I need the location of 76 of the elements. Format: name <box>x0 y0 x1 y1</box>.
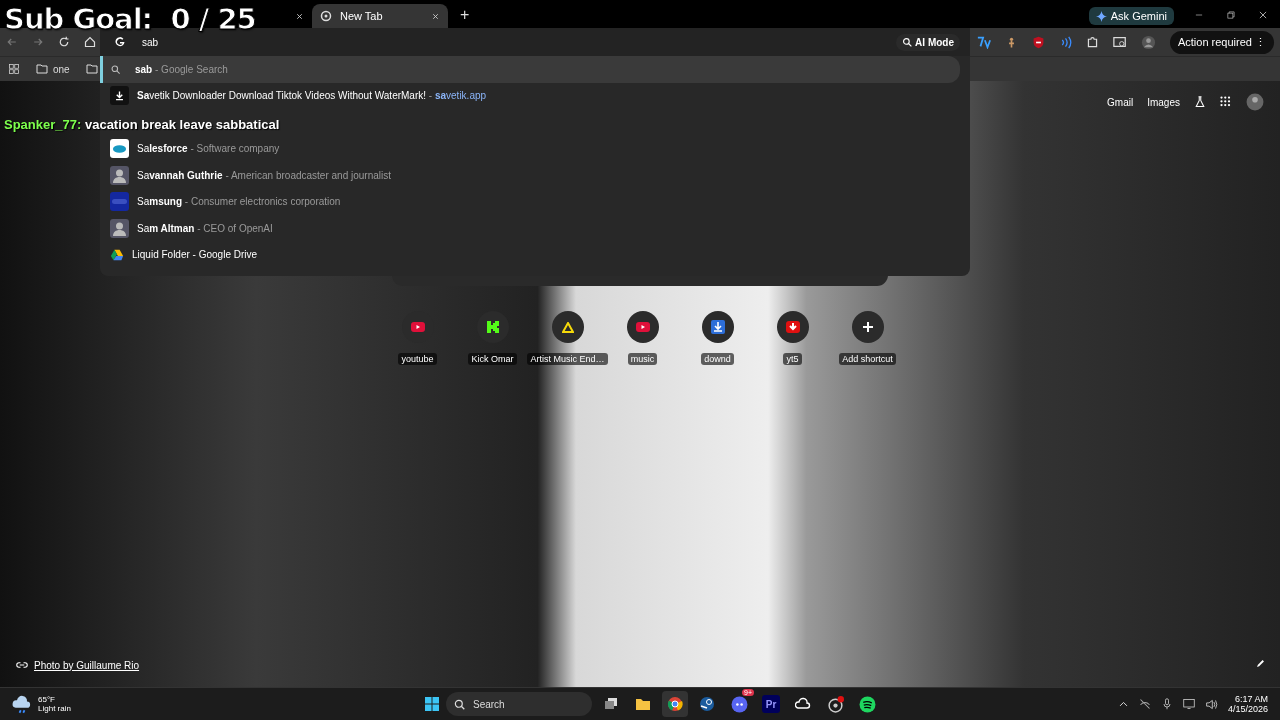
chat-username: Spanker_77: <box>4 117 82 132</box>
taskbar-app[interactable] <box>662 691 688 717</box>
apps-grid-icon <box>8 63 20 75</box>
clock-date: 4/15/2026 <box>1227 704 1268 714</box>
shortcut-tile[interactable]: Kick Omar <box>455 311 530 365</box>
chrome-icon <box>667 696 683 712</box>
google-g-icon <box>114 36 126 48</box>
ai-mode-button[interactable]: AI Mode <box>896 33 960 51</box>
folder-icon <box>635 696 651 712</box>
close-icon <box>431 11 440 21</box>
speaker-icon <box>1204 697 1218 711</box>
network-off-icon <box>1138 698 1151 710</box>
cloud-icon <box>795 696 811 712</box>
reload-icon <box>58 36 70 48</box>
search-suggestion[interactable]: sab - Google Search <box>100 56 960 83</box>
extensions-icon <box>1085 35 1099 49</box>
shortcut-tile[interactable]: youtube <box>380 311 455 365</box>
shortcut-tile[interactable]: Artist Music End… <box>530 311 605 365</box>
search-icon <box>110 63 121 75</box>
tab-search-icon <box>1112 35 1127 49</box>
file-suggestion[interactable]: Liquid Folder - Google Drive <box>100 241 970 268</box>
clock-time: 6:17 AM <box>1234 694 1268 704</box>
pencil-icon <box>1255 658 1266 669</box>
header-link[interactable]: Images <box>1147 96 1180 108</box>
brand-logo-icon <box>110 192 129 212</box>
chat-message: vacation break leave sabbatical <box>84 117 280 132</box>
avatar-icon <box>1140 34 1156 50</box>
ask-gemini-button[interactable]: Ask Gemini <box>1088 7 1174 25</box>
bookmark-folder[interactable]: one <box>30 62 76 76</box>
drive-icon <box>110 247 124 262</box>
close-icon <box>1258 10 1268 20</box>
shortcut-tile[interactable]: Add shortcut <box>830 311 905 365</box>
entity-suggestion[interactable]: Sam Altman - CEO of OpenAI <box>100 215 970 242</box>
shortcut-tile[interactable]: yt5 <box>755 311 830 365</box>
record-circle-icon <box>826 695 844 713</box>
folder-icon <box>85 64 98 74</box>
entity-suggestion[interactable]: Salesforce - Software company <box>100 135 970 162</box>
more-menu-icon[interactable]: ⋮ <box>1255 35 1266 48</box>
forward-icon <box>32 36 44 48</box>
avatar-icon <box>1246 93 1264 111</box>
entity-suggestion[interactable]: Samsung - Consumer electronics corporation <box>100 188 970 215</box>
windows-start-icon <box>424 696 440 712</box>
monitor-icon <box>1182 698 1195 710</box>
action-required-button[interactable]: Action required ⋮ <box>1169 30 1274 54</box>
globe-icon <box>320 10 332 22</box>
spotify-icon <box>858 695 876 713</box>
temperature: 65°F <box>38 695 56 704</box>
address-input[interactable]: sab <box>140 35 744 49</box>
apps-grid-icon <box>1220 96 1232 108</box>
browser-tab[interactable]: New Tab <box>312 4 448 28</box>
search-icon <box>454 698 465 710</box>
home-icon <box>84 36 96 48</box>
taskbar-search[interactable]: Search <box>446 692 592 716</box>
header-link[interactable]: Gmail <box>1107 96 1134 108</box>
rain-cloud-icon <box>12 694 32 714</box>
download-icon <box>110 86 129 106</box>
close-icon <box>295 11 304 21</box>
weather-condition: Light rain <box>38 704 71 713</box>
microphone-icon <box>1160 698 1173 710</box>
search-icon <box>902 37 913 47</box>
person-avatar-icon <box>110 165 129 185</box>
site-suggestion[interactable]: Savetik Downloader Download Tiktok Videos Without WaterMark! - savetik.app <box>100 82 970 109</box>
new-tab-button[interactable]: + <box>454 5 476 25</box>
link-icon <box>16 659 28 671</box>
restore-icon <box>1226 10 1236 20</box>
shield-icon <box>1031 35 1045 49</box>
sparkle-icon <box>1095 10 1107 22</box>
person-avatar-icon <box>110 218 129 238</box>
flask-icon <box>1194 96 1206 108</box>
back-icon <box>6 36 18 48</box>
shortcut-tile[interactable]: music <box>605 311 680 365</box>
task-view-icon <box>603 696 619 712</box>
entity-suggestion[interactable]: Savannah Guthrie - American broadcaster and journalist <box>100 162 970 189</box>
photo-credit-link[interactable]: Photo by Guillaume Rio <box>34 659 140 671</box>
shortcut-tile[interactable]: downd <box>680 311 755 365</box>
folder-icon <box>36 64 48 74</box>
